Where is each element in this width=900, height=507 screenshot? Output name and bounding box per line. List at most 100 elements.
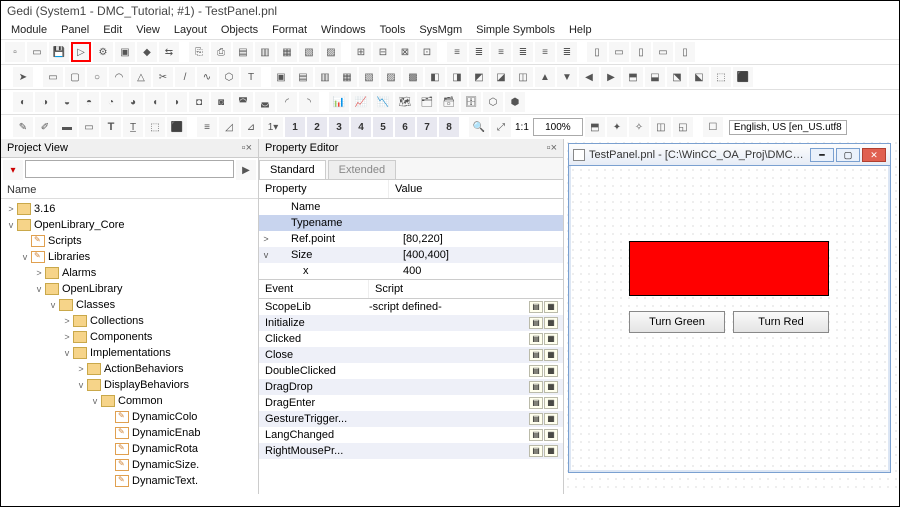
event-row[interactable]: ScopeLib-script defined-▤▦ bbox=[259, 299, 563, 315]
ext-icon[interactable]: ◒ bbox=[57, 92, 77, 112]
chart-icon[interactable]: ⬢ bbox=[505, 92, 525, 112]
tree-node[interactable]: DynamicText. bbox=[1, 473, 258, 489]
tool-icon[interactable]: ▣ bbox=[115, 42, 135, 62]
tree-node[interactable]: vDisplayBehaviors bbox=[1, 377, 258, 393]
ext-icon[interactable]: ◗ bbox=[167, 92, 187, 112]
ext-icon[interactable]: ◑ bbox=[35, 92, 55, 112]
widget-icon[interactable]: ◫ bbox=[513, 67, 533, 87]
draw-icon[interactable]: ✎ bbox=[13, 117, 33, 137]
text-icon[interactable]: T bbox=[101, 117, 121, 137]
menu-simple-symbols[interactable]: Simple Symbols bbox=[476, 24, 555, 36]
shape-icon[interactable]: ▭ bbox=[43, 67, 63, 87]
layer-7[interactable]: 7 bbox=[417, 117, 437, 137]
widget-icon[interactable]: ▤ bbox=[293, 67, 313, 87]
expander-icon[interactable]: v bbox=[19, 252, 31, 262]
tree-node[interactable]: >3.16 bbox=[1, 201, 258, 217]
expander-icon[interactable]: v bbox=[89, 396, 101, 406]
widget-icon[interactable]: ⬓ bbox=[645, 67, 665, 87]
nav-icon[interactable]: ✧ bbox=[629, 117, 649, 137]
script-edit-icon[interactable]: ▦ bbox=[544, 333, 558, 345]
chart-icon[interactable]: ⬡ bbox=[483, 92, 503, 112]
event-row[interactable]: GestureTrigger...▤▦ bbox=[259, 411, 563, 427]
align-icon[interactable]: ≣ bbox=[557, 42, 577, 62]
ext-icon[interactable]: ◘ bbox=[189, 92, 209, 112]
chart-icon[interactable]: 🗃 bbox=[439, 92, 459, 112]
script-edit-icon[interactable]: ▦ bbox=[544, 317, 558, 329]
align-icon[interactable]: ◿ bbox=[219, 117, 239, 137]
tree-node[interactable]: vOpenLibrary bbox=[1, 281, 258, 297]
expander-icon[interactable]: v bbox=[61, 348, 73, 358]
event-row[interactable]: LangChanged▤▦ bbox=[259, 427, 563, 443]
open-icon[interactable]: ▭ bbox=[27, 42, 47, 62]
widget-icon[interactable]: ◩ bbox=[469, 67, 489, 87]
tool-icon[interactable]: ⇆ bbox=[159, 42, 179, 62]
align-icon[interactable]: ≣ bbox=[469, 42, 489, 62]
event-script[interactable]: -script defined- bbox=[369, 301, 529, 313]
tree-node[interactable]: >ActionBehaviors bbox=[1, 361, 258, 377]
menu-format[interactable]: Format bbox=[272, 24, 307, 36]
distribute-icon[interactable]: ▯ bbox=[631, 42, 651, 62]
ext-icon[interactable]: ◖ bbox=[145, 92, 165, 112]
script-open-icon[interactable]: ▤ bbox=[529, 349, 543, 361]
expander-icon[interactable]: > bbox=[61, 332, 73, 342]
align-icon[interactable]: ≡ bbox=[535, 42, 555, 62]
shape-icon[interactable]: T bbox=[241, 67, 261, 87]
tree-node[interactable]: >Components bbox=[1, 329, 258, 345]
property-row[interactable]: Name bbox=[259, 199, 563, 215]
nav-icon[interactable]: ◱ bbox=[673, 117, 693, 137]
script-open-icon[interactable]: ▤ bbox=[529, 365, 543, 377]
close-icon[interactable]: × bbox=[551, 142, 557, 154]
tool-icon[interactable]: ▤ bbox=[233, 42, 253, 62]
widget-icon[interactable]: ◪ bbox=[491, 67, 511, 87]
script-edit-icon[interactable]: ▦ bbox=[544, 365, 558, 377]
panel-body[interactable]: Turn Green Turn Red bbox=[569, 166, 890, 472]
property-value[interactable]: 400 bbox=[403, 265, 421, 277]
ext-icon[interactable]: ◕ bbox=[123, 92, 143, 112]
project-tree[interactable]: >3.16vOpenLibrary_CoreScriptsvLibraries>… bbox=[1, 199, 258, 494]
menu-edit[interactable]: Edit bbox=[103, 24, 122, 36]
script-open-icon[interactable]: ▤ bbox=[529, 413, 543, 425]
language-selector[interactable]: English, US [en_US.utf8 bbox=[729, 120, 847, 135]
widget-icon[interactable]: ◀ bbox=[579, 67, 599, 87]
menu-layout[interactable]: Layout bbox=[174, 24, 207, 36]
ext-icon[interactable]: ◐ bbox=[13, 92, 33, 112]
chart-icon[interactable]: 📉 bbox=[373, 92, 393, 112]
layer-6[interactable]: 6 bbox=[395, 117, 415, 137]
align-icon[interactable]: ≡ bbox=[197, 117, 217, 137]
menu-help[interactable]: Help bbox=[569, 24, 592, 36]
widget-icon[interactable]: ⬚ bbox=[711, 67, 731, 87]
shape-icon[interactable]: ▢ bbox=[65, 67, 85, 87]
search-go-icon[interactable]: ▶ bbox=[236, 160, 256, 180]
tab-standard[interactable]: Standard bbox=[259, 160, 326, 179]
expander-icon[interactable]: > bbox=[259, 234, 273, 244]
widget-icon[interactable]: ▥ bbox=[315, 67, 335, 87]
script-open-icon[interactable]: ▤ bbox=[529, 317, 543, 329]
grid-icon[interactable]: ⊞ bbox=[351, 42, 371, 62]
script-edit-icon[interactable]: ▦ bbox=[544, 381, 558, 393]
property-row[interactable]: Typename bbox=[259, 215, 563, 231]
layer-5[interactable]: 5 bbox=[373, 117, 393, 137]
save-icon[interactable]: 💾 bbox=[49, 42, 69, 62]
tree-node[interactable]: >Collections bbox=[1, 313, 258, 329]
property-row[interactable]: x400 bbox=[259, 263, 563, 279]
property-value[interactable]: [400,400] bbox=[403, 249, 449, 261]
new-icon[interactable]: ▫ bbox=[5, 42, 25, 62]
layer-3[interactable]: 3 bbox=[329, 117, 349, 137]
layer-2[interactable]: 2 bbox=[307, 117, 327, 137]
widget-icon[interactable]: ▦ bbox=[337, 67, 357, 87]
paste-icon[interactable]: ⎙ bbox=[211, 42, 231, 62]
turn-green-button[interactable]: Turn Green bbox=[629, 311, 725, 333]
close-icon[interactable]: ✕ bbox=[862, 148, 886, 162]
script-edit-icon[interactable]: ▦ bbox=[544, 349, 558, 361]
shape-icon[interactable]: △ bbox=[131, 67, 151, 87]
menu-windows[interactable]: Windows bbox=[321, 24, 366, 36]
zoom-icon[interactable]: 🔍 bbox=[469, 117, 489, 137]
expander-icon[interactable]: > bbox=[61, 316, 73, 326]
minimize-icon[interactable]: ━ bbox=[810, 148, 834, 162]
script-edit-icon[interactable]: ▦ bbox=[544, 397, 558, 409]
property-row[interactable]: >Ref.point[80,220] bbox=[259, 231, 563, 247]
menu-panel[interactable]: Panel bbox=[61, 24, 89, 36]
widget-icon[interactable]: ⬒ bbox=[623, 67, 643, 87]
search-input[interactable] bbox=[25, 160, 234, 178]
tree-node[interactable]: Scripts bbox=[1, 233, 258, 249]
